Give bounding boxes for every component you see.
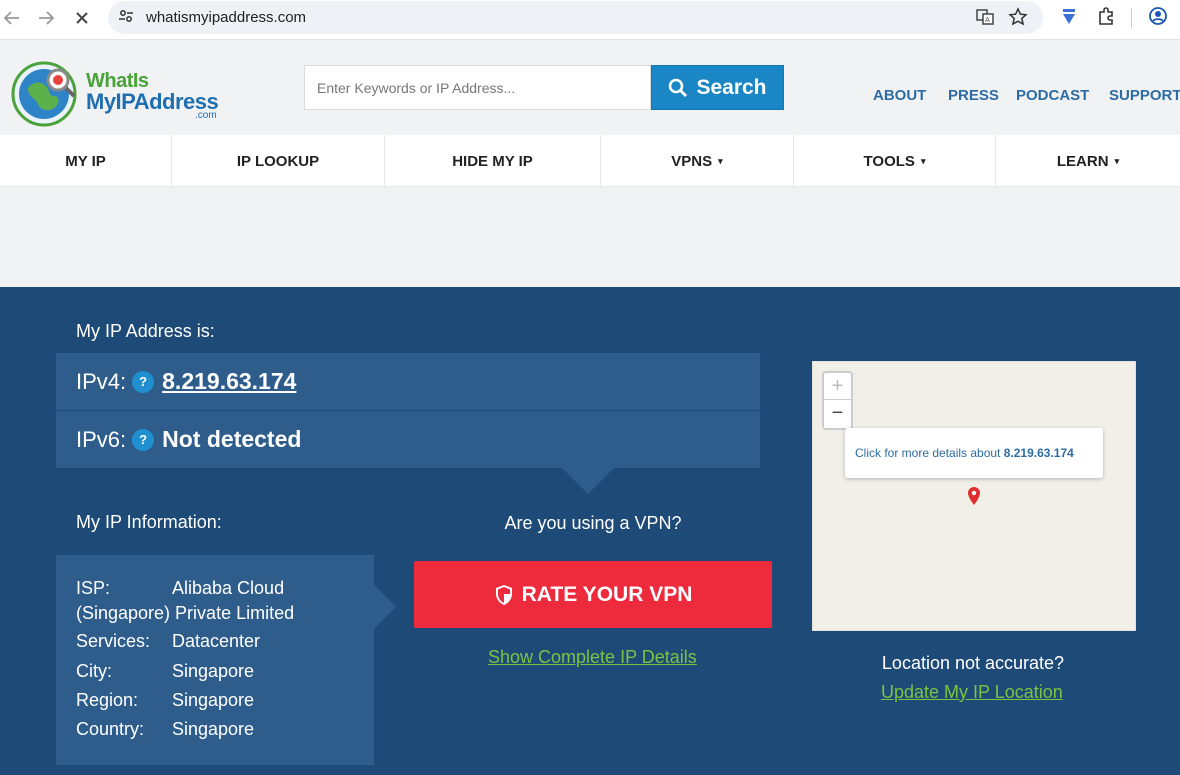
country-label: Country: <box>76 719 145 739</box>
profile-icon[interactable] <box>1147 6 1169 28</box>
update-location-link[interactable]: Update My IP Location <box>881 682 1063 703</box>
ip-box-pointer <box>561 467 615 494</box>
forward-icon[interactable] <box>34 6 58 30</box>
caret-down-icon: ▾ <box>1114 155 1120 166</box>
svg-text:A: A <box>985 16 990 24</box>
nav-label: MY IP <box>65 152 106 170</box>
region-value: Singapore <box>172 690 255 710</box>
support-link[interactable]: SUPPORT <box>1109 87 1180 104</box>
main-nav: MY IP IP LOOKUP HIDE MY IP VPNS ▾ TOOLS … <box>0 135 1180 187</box>
isp-label: ISP: <box>76 578 111 598</box>
vpn-question: Are you using a VPN? <box>504 513 682 533</box>
caret-down-icon: ▾ <box>920 155 926 166</box>
globe-magnifier-icon <box>11 61 77 127</box>
nav-label: IP LOOKUP <box>236 152 320 170</box>
location-question: Location not accurate? <box>881 653 1065 673</box>
nav-item-my-ip[interactable]: MY IP <box>0 135 172 187</box>
bookmark-star-icon[interactable] <box>1007 7 1029 29</box>
about-link[interactable]: ABOUT <box>873 87 926 104</box>
ip-info-title: My IP Information: <box>76 512 222 532</box>
services-label: Services: <box>76 631 151 651</box>
ipv6-row: IPv6: ? Not detected <box>56 411 760 468</box>
my-ip-title: My IP Address is: <box>76 321 215 341</box>
nav-label: TOOLS <box>863 152 915 170</box>
location-map[interactable]: + − Click for more details about 8.219.6… <box>812 361 1136 631</box>
region-label: Region: <box>76 690 139 710</box>
nav-item-learn[interactable]: LEARN ▾ <box>996 135 1180 187</box>
map-popup[interactable]: Click for more details about 8.219.63.17… <box>845 428 1103 478</box>
ip-hero-section: My IP Address is: IPv4: ? 8.219.63.174 I… <box>0 287 1180 775</box>
help-icon[interactable]: ? <box>132 370 155 393</box>
nav-label: VPNS <box>671 152 713 170</box>
map-pin-icon[interactable] <box>966 486 982 506</box>
ipv4-row: IPv4: ? 8.219.63.174 <box>56 353 760 410</box>
extension-shield-icon[interactable] <box>1058 6 1080 28</box>
show-ip-details-link[interactable]: Show Complete IP Details <box>488 647 697 668</box>
site-logo[interactable]: WhatIs MyIPAddress .com <box>10 56 230 132</box>
stop-loading-icon[interactable] <box>70 6 94 30</box>
nav-item-vpns[interactable]: VPNS ▾ <box>601 135 794 187</box>
city-value: Singapore <box>172 661 255 681</box>
rate-your-vpn-button[interactable]: RATE YOUR VPN <box>414 561 772 628</box>
back-icon[interactable] <box>0 6 24 30</box>
help-icon[interactable]: ? <box>132 428 155 451</box>
nav-label: LEARN <box>1056 152 1109 170</box>
ip-info-box: ISP: Alibaba Cloud (Singapore) Private L… <box>56 555 374 765</box>
address-bar[interactable]: whatismyipaddress.com A <box>108 1 1043 34</box>
logo-text-com: .com <box>195 110 217 121</box>
map-zoom-control: + − <box>822 371 853 430</box>
url-text[interactable]: whatismyipaddress.com <box>146 9 306 26</box>
caret-down-icon: ▾ <box>718 155 723 166</box>
toolbar-divider <box>1131 8 1132 28</box>
ipv6-value: Not detected <box>162 426 302 452</box>
site-settings-icon[interactable] <box>118 8 134 24</box>
zoom-in-button[interactable]: + <box>824 373 851 400</box>
ipv4-label: IPv4: <box>76 368 127 394</box>
map-popup-ip: 8.219.63.174 <box>1003 446 1074 460</box>
shield-icon <box>495 584 512 605</box>
rate-button-label: RATE YOUR VPN <box>521 582 693 606</box>
city-label: City: <box>76 661 112 681</box>
nav-item-tools[interactable]: TOOLS ▾ <box>794 135 996 187</box>
isp-value-continued: (Singapore) Private Limited <box>76 603 295 623</box>
search-button[interactable]: Search <box>651 65 784 110</box>
map-popup-text: Click for more details about <box>855 446 1004 460</box>
nav-label: HIDE MY IP <box>452 152 533 170</box>
translate-icon[interactable]: A <box>974 7 996 29</box>
podcast-link[interactable]: PODCAST <box>1016 87 1089 104</box>
search-icon <box>669 78 688 97</box>
info-box-arrow <box>374 585 396 629</box>
ad-space <box>0 187 1180 287</box>
search-input[interactable] <box>304 65 651 110</box>
extensions-puzzle-icon[interactable] <box>1095 6 1117 28</box>
services-value: Datacenter <box>172 631 261 651</box>
search-button-label: Search <box>696 75 767 99</box>
nav-item-ip-lookup[interactable]: IP LOOKUP <box>172 135 385 187</box>
isp-value: Alibaba Cloud <box>172 578 285 598</box>
site-header: WhatIs MyIPAddress .com Search ABOUT PRE… <box>0 40 1180 135</box>
press-link[interactable]: PRESS <box>948 87 999 104</box>
country-value: Singapore <box>172 719 255 739</box>
ipv6-label: IPv6: <box>76 426 127 452</box>
browser-toolbar: whatismyipaddress.com A <box>0 0 1180 40</box>
zoom-out-button[interactable]: − <box>824 400 851 427</box>
ipv4-value[interactable]: 8.219.63.174 <box>162 368 296 395</box>
nav-item-hide-my-ip[interactable]: HIDE MY IP <box>385 135 601 187</box>
